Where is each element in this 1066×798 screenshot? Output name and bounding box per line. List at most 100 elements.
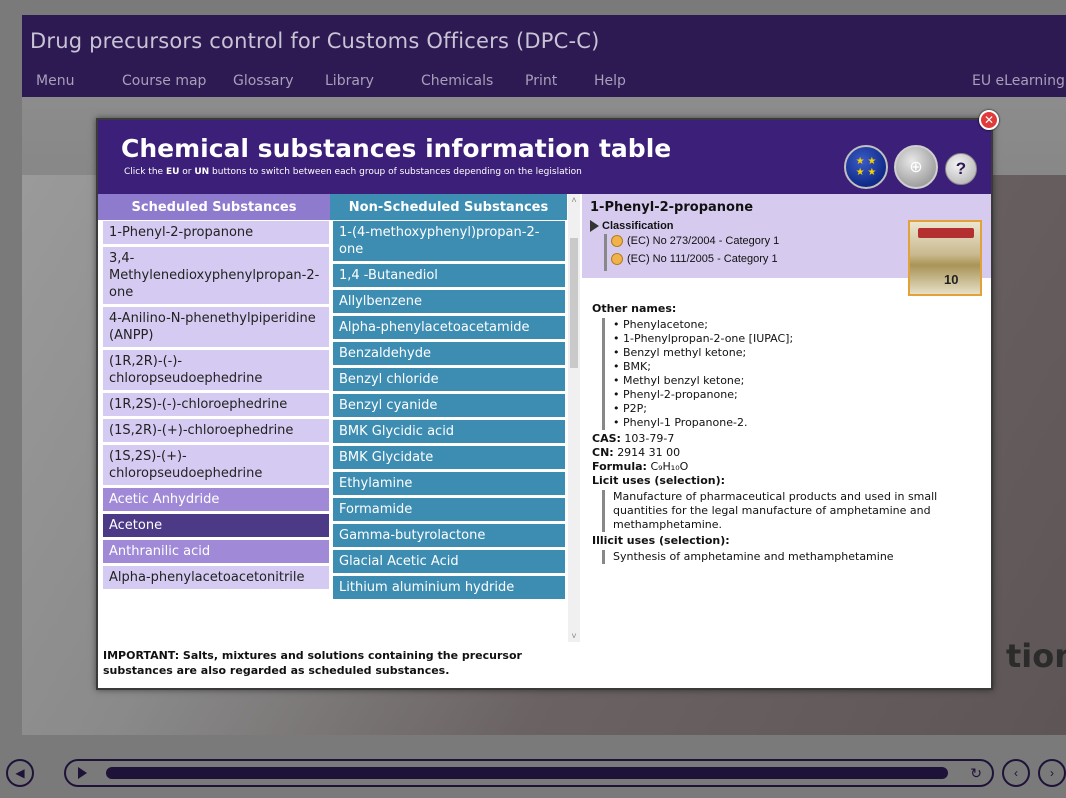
close-modal-button[interactable]: ✕ bbox=[979, 110, 999, 130]
scheduled-list: 1-Phenyl-2-propanone 3,4-Methylenedioxyp… bbox=[103, 221, 329, 592]
non-scheduled-header[interactable]: Non-Scheduled Substances bbox=[330, 194, 567, 220]
cas-row: CAS: 103-79-7 bbox=[592, 432, 986, 446]
eu-flag-icon: ★ ★ ★ ★ bbox=[855, 156, 877, 178]
list-item[interactable]: Alpha-phenylacetoacetonitrile bbox=[103, 566, 329, 589]
list-item: • BMK; bbox=[613, 360, 651, 373]
nav-print[interactable]: Print bbox=[525, 73, 557, 89]
formula-value: C₉H₁₀O bbox=[650, 460, 689, 473]
subtitle-text: or bbox=[179, 167, 195, 177]
list-scrollbar[interactable]: ˄ ˅ bbox=[568, 194, 580, 642]
app-header: Drug precursors control for Customs Offi… bbox=[22, 15, 1066, 97]
list-item[interactable]: 1-(4-methoxyphenyl)propan-2-one bbox=[333, 221, 565, 261]
list-item[interactable]: Formamide bbox=[333, 498, 565, 521]
subtitle-eu: EU bbox=[165, 167, 180, 177]
subtitle-un: UN bbox=[194, 167, 210, 177]
eu-button[interactable]: ★ ★ ★ ★ bbox=[844, 145, 888, 189]
list-item[interactable]: BMK Glycidic acid bbox=[333, 420, 565, 443]
list-item[interactable]: Acetic Anhydride bbox=[103, 488, 329, 511]
list-item[interactable]: Benzaldehyde bbox=[333, 342, 565, 365]
replay-icon[interactable]: ↻ bbox=[970, 765, 982, 782]
list-item[interactable]: 1,4 -Butanediol bbox=[333, 264, 565, 287]
important-note: IMPORTANT: Salts, mixtures and solutions… bbox=[103, 649, 522, 677]
substance-detail: 1-Phenyl-2-propanone Classification (EC)… bbox=[582, 194, 991, 690]
nav-library[interactable]: Library bbox=[325, 73, 374, 89]
chevron-left-icon: ‹ bbox=[1014, 766, 1018, 780]
list-item[interactable]: 4-Anilino-N-phenethylpiperidine (ANPP) bbox=[103, 307, 329, 347]
substance-info: Other names: • Phenylacetone; • 1-Phenyl… bbox=[592, 302, 986, 566]
chevron-right-icon: › bbox=[1050, 766, 1054, 780]
cn-value: 2914 31 00 bbox=[617, 446, 681, 459]
list-item[interactable]: Lithium aluminium hydride bbox=[333, 576, 565, 599]
list-item[interactable]: BMK Glycidate bbox=[333, 446, 565, 469]
classification-link[interactable]: (EC) No 111/2005 - Category 1 bbox=[608, 250, 779, 268]
list-item[interactable]: 1-Phenyl-2-propanone bbox=[103, 221, 329, 244]
classification-label: Classification bbox=[602, 220, 674, 232]
nav-eu-elearning[interactable]: EU eLearning bbox=[972, 73, 1065, 89]
scroll-down-icon[interactable]: ˅ bbox=[568, 630, 580, 642]
main-nav: Menu Course map Glossary Library Chemica… bbox=[22, 73, 1066, 95]
pill-icon bbox=[608, 250, 626, 268]
substance-name: 1-Phenyl-2-propanone bbox=[590, 200, 754, 215]
illicit-uses-value: Synthesis of amphetamine and methampheta… bbox=[613, 550, 894, 563]
un-emblem-icon: ⊕ bbox=[909, 159, 923, 176]
bottle-label: 10 bbox=[944, 272, 959, 287]
cn-row: CN: 2914 31 00 bbox=[592, 446, 986, 460]
list-item[interactable]: (1R,2S)-(-)-chloroephedrine bbox=[103, 393, 329, 416]
nav-chemicals[interactable]: Chemicals bbox=[421, 73, 493, 89]
list-item[interactable]: Benzyl cyanide bbox=[333, 394, 565, 417]
previous-button[interactable]: ‹ bbox=[1002, 759, 1030, 787]
nav-menu[interactable]: Menu bbox=[36, 73, 74, 89]
licit-uses-text: Manufacture of pharmaceutical products a… bbox=[602, 490, 986, 532]
other-names-label: Other names: bbox=[592, 302, 677, 315]
cas-label: CAS: bbox=[592, 432, 621, 445]
licit-uses-value: Manufacture of pharmaceutical products a… bbox=[613, 490, 938, 531]
un-button[interactable]: ⊕ bbox=[894, 145, 938, 189]
nav-course-map[interactable]: Course map bbox=[122, 73, 206, 89]
licit-uses-label: Licit uses (selection): bbox=[592, 474, 726, 487]
list-item[interactable]: Glacial Acetic Acid bbox=[333, 550, 565, 573]
next-button[interactable]: › bbox=[1038, 759, 1066, 787]
scheduled-header[interactable]: Scheduled Substances bbox=[98, 194, 330, 220]
subtitle-text: buttons to switch between each group of … bbox=[209, 167, 582, 177]
player-bar: ◀ ↻ ‹ › bbox=[0, 735, 1066, 798]
classification-text: (EC) No 273/2004 - Category 1 bbox=[627, 235, 780, 247]
list-item[interactable]: Benzyl chloride bbox=[333, 368, 565, 391]
classification-toggle[interactable]: Classification bbox=[590, 220, 674, 233]
scroll-up-icon[interactable]: ˄ bbox=[568, 194, 580, 206]
list-item[interactable]: Allylbenzene bbox=[333, 290, 565, 313]
list-item: • Benzyl methyl ketone; bbox=[613, 346, 747, 359]
volume-button[interactable]: ◀ bbox=[6, 759, 34, 787]
list-item[interactable]: 3,4-Methylenedioxyphenylpropan-2-one bbox=[103, 247, 329, 304]
background-heading: tion bbox=[1006, 637, 1066, 675]
list-item: • Phenyl-2-propanone; bbox=[613, 388, 738, 401]
help-button[interactable]: ? bbox=[945, 153, 977, 185]
subtitle-text: Click the bbox=[124, 167, 166, 177]
nav-help[interactable]: Help bbox=[594, 73, 626, 89]
list-item: • Methyl benzyl ketone; bbox=[613, 374, 745, 387]
list-item: • 1-Phenylpropan-2-one [IUPAC]; bbox=[613, 332, 794, 345]
play-icon[interactable] bbox=[78, 767, 87, 779]
list-item[interactable]: Anthranilic acid bbox=[103, 540, 329, 563]
list-item[interactable]: Gamma-butyrolactone bbox=[333, 524, 565, 547]
list-item[interactable]: (1R,2R)-(-)-chloropseudoephedrine bbox=[103, 350, 329, 390]
list-item: • Phenylacetone; bbox=[613, 318, 708, 331]
modal-subtitle: Click the EU or UN buttons to switch bet… bbox=[124, 167, 582, 177]
list-item[interactable]: Ethylamine bbox=[333, 472, 565, 495]
list-item[interactable]: (1S,2S)-(+)-chloropseudoephedrine bbox=[103, 445, 329, 485]
list-item: • Phenyl-1 Propanone-2. bbox=[613, 416, 748, 429]
classification-link[interactable]: (EC) No 273/2004 - Category 1 bbox=[608, 232, 780, 250]
modal-header: Chemical substances information table Cl… bbox=[98, 120, 991, 194]
cas-value: 103-79-7 bbox=[624, 432, 675, 445]
nav-glossary[interactable]: Glossary bbox=[233, 73, 294, 89]
list-item-selected[interactable]: Acetone bbox=[103, 514, 329, 537]
app-title: Drug precursors control for Customs Offi… bbox=[30, 29, 600, 53]
speaker-icon: ◀ bbox=[15, 766, 25, 780]
scroll-thumb[interactable] bbox=[570, 238, 578, 368]
list-item[interactable]: Alpha-phenylacetoacetamide bbox=[333, 316, 565, 339]
illicit-uses-text: Synthesis of amphetamine and methampheta… bbox=[602, 550, 986, 564]
list-item[interactable]: (1S,2R)-(+)-chloroephedrine bbox=[103, 419, 329, 442]
illicit-uses-label: Illicit uses (selection): bbox=[592, 534, 730, 547]
progress-track[interactable]: ↻ bbox=[64, 759, 994, 787]
list-item: • P2P; bbox=[613, 402, 647, 415]
bottle-cap bbox=[918, 228, 974, 238]
